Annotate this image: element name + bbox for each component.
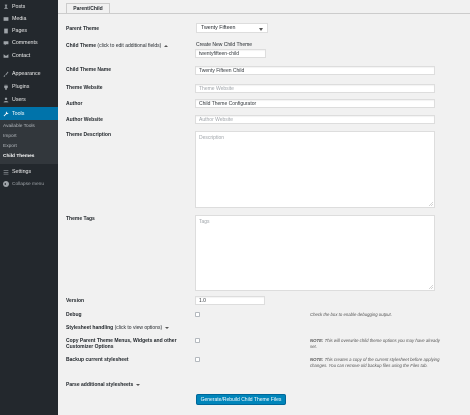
paintbrush-icon: [2, 70, 9, 77]
caret-down-icon: [165, 326, 170, 329]
debug-note: Check the box to enable debugging output…: [310, 312, 392, 317]
parse-stylesheets-label: Parse additional stylesheets: [66, 382, 134, 388]
chevron-down-icon: [259, 27, 263, 31]
theme-tags-label: Theme Tags: [66, 216, 95, 222]
copy-note-text: This will overwrite child theme options …: [310, 338, 440, 349]
theme-website-input[interactable]: Theme Website: [195, 84, 435, 93]
backup-stylesheet-checkbox[interactable]: [195, 357, 200, 362]
stylesheet-handling-toggle[interactable]: Stylesheet handling (click to view optio…: [66, 325, 170, 331]
caret-up-icon: [164, 44, 169, 47]
sidebar-item-label: Tools: [12, 110, 25, 117]
mail-icon: [2, 52, 9, 59]
author-input[interactable]: Child Theme Configurator: [195, 99, 435, 108]
backup-note-text: This creates a copy of the current style…: [310, 357, 440, 368]
child-theme-toggle[interactable]: Child Theme (click to edit additional fi…: [66, 43, 169, 49]
theme-description-textarea[interactable]: Description: [195, 131, 435, 208]
version-input[interactable]: 1.0: [195, 296, 265, 305]
sidebar-item-tools[interactable]: Tools: [0, 107, 58, 120]
sidebar-item-label: Posts: [12, 3, 26, 10]
copy-parent-options-note: NOTE: This will overwrite child theme op…: [310, 338, 440, 349]
copy-parent-options-label: Copy Parent Theme Menus, Widgets and oth…: [66, 338, 177, 350]
copy-parent-options-checkbox[interactable]: [195, 338, 200, 343]
sidebar-item-label: Users: [12, 96, 26, 103]
sidebar-item-label: Appearance: [12, 70, 41, 77]
sidebar-item-plugins[interactable]: Plugins: [0, 81, 58, 92]
tags-placeholder: Tags: [199, 219, 210, 225]
stylesheet-handling-label: Stylesheet handling: [66, 325, 114, 331]
admin-sidebar: Posts Media Pages Comments Contact Appea…: [0, 0, 58, 415]
submenu-item-available-tools[interactable]: Available Tools: [3, 124, 35, 129]
sidebar-item-label: Plugins: [12, 83, 30, 90]
sidebar-item-appearance[interactable]: Appearance: [0, 68, 58, 79]
users-icon: [2, 96, 9, 103]
theme-tags-textarea[interactable]: Tags: [195, 215, 435, 291]
collapse-menu-label: Collapse menu: [12, 181, 44, 187]
plugins-icon: [2, 83, 9, 90]
stylesheet-handling-hint: (click to view options): [114, 325, 163, 331]
sidebar-item-comments[interactable]: Comments: [0, 37, 58, 48]
theme-website-label: Theme Website: [66, 85, 103, 91]
sidebar-item-label: Pages: [12, 27, 28, 34]
debug-label: Debug: [66, 312, 82, 318]
note-prefix: NOTE:: [310, 357, 324, 362]
sidebar-item-label: Contact: [12, 52, 31, 59]
sidebar-item-label: Comments: [12, 39, 38, 46]
resize-grip-icon[interactable]: [429, 202, 433, 206]
generate-child-theme-button[interactable]: Generate/Rebuild Child Theme Files: [196, 394, 286, 405]
sidebar-item-media[interactable]: Media: [0, 13, 58, 24]
caret-down-icon: [136, 383, 141, 386]
sidebar-item-posts[interactable]: Posts: [0, 1, 58, 12]
parent-theme-select[interactable]: Twenty Fifteen: [196, 23, 268, 33]
submenu-item-import[interactable]: Import: [3, 134, 17, 139]
resize-grip-icon[interactable]: [429, 285, 433, 289]
comments-icon: [2, 39, 9, 46]
sidebar-item-contact[interactable]: Contact: [0, 50, 58, 61]
child-theme-hint: (click to edit additional fields): [97, 43, 162, 49]
author-website-label: Author Website: [66, 117, 103, 123]
backup-stylesheet-note: NOTE: This creates a copy of the current…: [310, 357, 440, 368]
sidebar-item-label: Settings: [12, 168, 32, 175]
child-theme-name-input[interactable]: Twenty Fifteen Child: [195, 66, 435, 75]
pin-icon: [2, 3, 9, 10]
submenu-item-child-themes[interactable]: Child Themes: [3, 154, 34, 159]
settings-icon: [2, 168, 9, 175]
pages-icon: [2, 27, 9, 34]
parse-stylesheets-toggle[interactable]: Parse additional stylesheets: [66, 382, 141, 388]
parent-theme-label: Parent Theme: [66, 26, 100, 32]
collapse-arrow-icon: [3, 181, 9, 187]
submenu-item-export[interactable]: Export: [3, 144, 17, 149]
theme-description-label: Theme Description: [66, 132, 112, 138]
note-prefix: NOTE:: [310, 338, 324, 343]
tools-icon: [2, 110, 9, 117]
parent-theme-value: Twenty Fifteen: [201, 25, 236, 31]
child-theme-form: Parent Theme Twenty Fifteen Child Theme …: [58, 14, 470, 415]
debug-checkbox[interactable]: [195, 312, 200, 317]
sidebar-item-label: Media: [12, 15, 27, 22]
child-theme-slug-input[interactable]: twentyfifteen-child: [195, 49, 266, 58]
child-theme-label: Child Theme: [66, 43, 97, 49]
media-icon: [2, 15, 9, 22]
description-placeholder: Description: [199, 135, 225, 141]
version-label: Version: [66, 298, 85, 304]
sidebar-item-settings[interactable]: Settings: [0, 166, 58, 177]
author-label: Author: [66, 101, 83, 107]
create-new-child-label: Create New Child Theme: [196, 42, 253, 48]
sidebar-item-users[interactable]: Users: [0, 94, 58, 105]
backup-stylesheet-label: Backup current stylesheet: [66, 357, 129, 363]
author-website-input[interactable]: Author Website: [195, 115, 435, 124]
collapse-menu-button[interactable]: Collapse menu: [0, 179, 58, 189]
sidebar-item-pages[interactable]: Pages: [0, 25, 58, 36]
tools-submenu: Available Tools Import Export Child Them…: [0, 120, 58, 164]
child-theme-name-label: Child Theme Name: [66, 67, 112, 73]
